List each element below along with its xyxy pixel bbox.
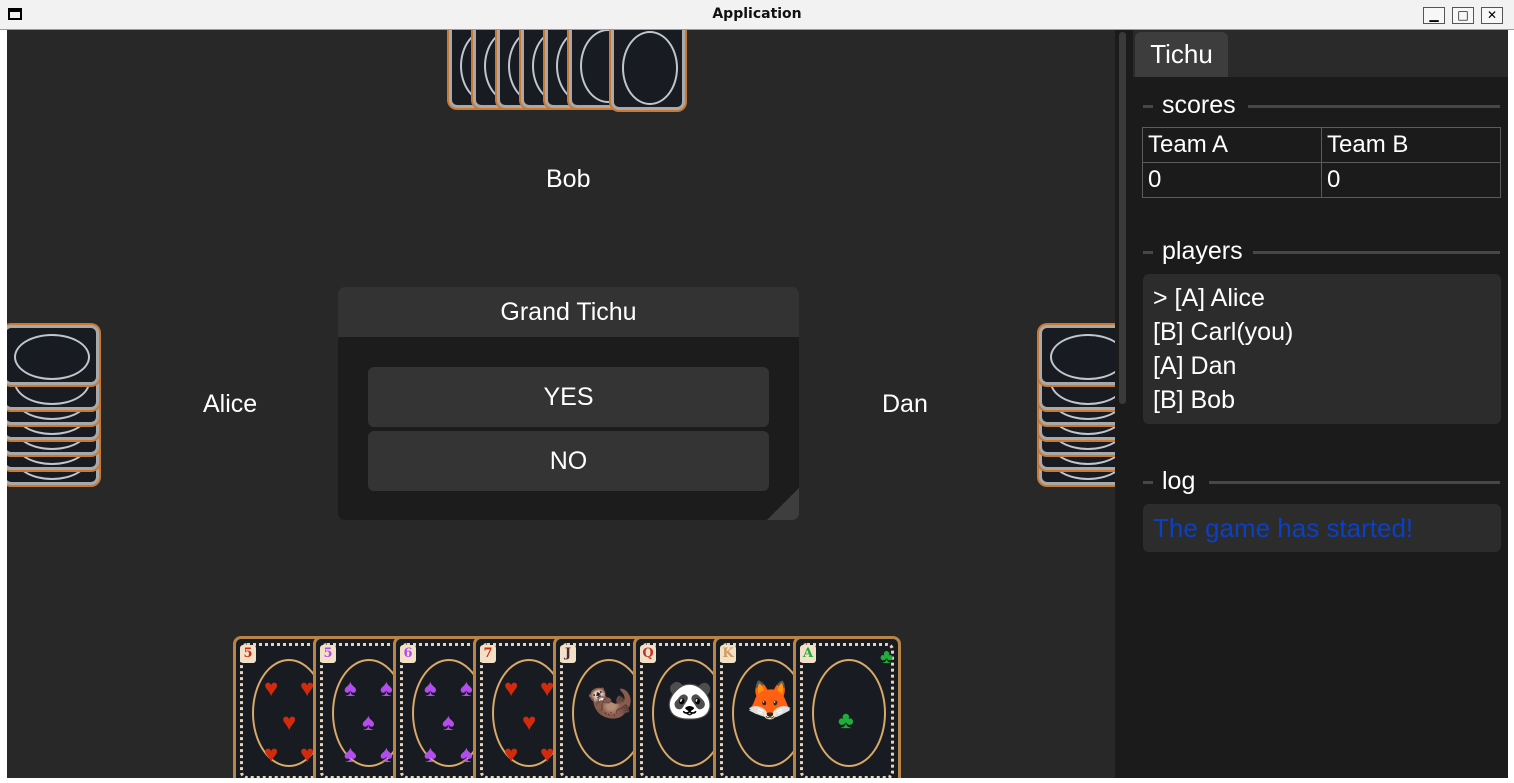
card-back: [611, 30, 685, 110]
scrollbar[interactable]: [1115, 30, 1133, 778]
card-back: [7, 325, 99, 385]
log-panel: The game has started!: [1143, 504, 1501, 552]
scrollbar-thumb[interactable]: [1119, 32, 1126, 404]
close-button[interactable]: ✕: [1481, 7, 1503, 24]
player-name-dan: Dan: [882, 390, 928, 418]
dialog-title[interactable]: Grand Tichu: [338, 287, 799, 337]
red-panda-icon: 🐼: [666, 680, 714, 722]
no-button[interactable]: NO: [368, 431, 769, 491]
log-entry: The game has started!: [1153, 513, 1414, 543]
card-rank: 6: [400, 645, 416, 663]
scores-table: Team A Team B 0 0: [1142, 127, 1501, 198]
list-item: [B] Bob: [1153, 386, 1235, 414]
card-table: Bob Alice Dan Grand Tichu YES NO 5 ♥ ♥ ♥ ♥ ♥ 5…: [7, 30, 1115, 778]
score-value-team-b: 0: [1321, 162, 1501, 198]
spade-icon: ♠: [344, 741, 357, 768]
app-content: Bob Alice Dan Grand Tichu YES NO 5 ♥ ♥ ♥ ♥ ♥ 5…: [7, 30, 1508, 778]
card-rank: K: [720, 645, 736, 663]
spade-icon: ♠: [460, 675, 473, 702]
window-title: Application: [712, 6, 802, 22]
score-header-team-b: Team B: [1321, 127, 1501, 163]
log-section-header: log: [1143, 466, 1500, 496]
players-label: players: [1162, 237, 1243, 265]
card-rank: 5: [240, 645, 256, 663]
score-header-team-a: Team A: [1142, 127, 1322, 163]
spade-icon: ♠: [380, 741, 393, 768]
spade-icon: ♠: [362, 709, 375, 736]
window-titlebar: Application ▁ □ ✕: [0, 0, 1514, 30]
spade-icon: ♠: [424, 675, 437, 702]
sidebar-tab-bar: Tichu: [1133, 30, 1508, 77]
tab-tichu[interactable]: Tichu: [1135, 32, 1228, 77]
club-icon: ♣: [880, 646, 894, 668]
fox-icon: 🦊: [746, 680, 794, 722]
hand-card[interactable]: A ♣ ♣: [793, 636, 901, 778]
heart-icon: ♥: [504, 741, 519, 768]
otter-icon: 🦦: [586, 680, 634, 722]
minimize-button[interactable]: ▁: [1423, 7, 1445, 24]
spade-icon: ♠: [424, 741, 437, 768]
list-item: [B] Carl(you): [1153, 318, 1294, 346]
grand-tichu-dialog: Grand Tichu YES NO: [338, 287, 799, 520]
card-rank: 5: [320, 645, 336, 663]
resize-grip[interactable]: [767, 488, 799, 520]
sidebar: Tichu scores Team A Team B 0 0 players >…: [1133, 30, 1508, 778]
list-item: > [A] Alice: [1153, 284, 1265, 312]
card-rank: J: [560, 645, 576, 663]
heart-icon: ♥: [264, 741, 279, 768]
players-section-header: players: [1143, 236, 1500, 266]
maximize-button[interactable]: □: [1452, 7, 1474, 24]
card-rank: A: [800, 645, 816, 663]
heart-icon: ♥: [282, 709, 297, 736]
spade-icon: ♠: [442, 709, 455, 736]
player-name-alice: Alice: [203, 390, 258, 418]
card-rank: 7: [480, 645, 496, 663]
scores-label: scores: [1162, 91, 1236, 119]
heart-icon: ♥: [264, 675, 279, 702]
player-name-bob: Bob: [546, 165, 591, 193]
card-rank: Q: [640, 645, 656, 663]
list-item: [A] Dan: [1153, 352, 1237, 380]
spade-icon: ♠: [344, 675, 357, 702]
yes-button[interactable]: YES: [368, 367, 769, 427]
log-label: log: [1162, 467, 1196, 495]
score-value-team-a: 0: [1142, 162, 1322, 198]
club-icon: ♣: [838, 707, 854, 734]
heart-icon: ♥: [522, 709, 537, 736]
spade-icon: ♠: [380, 675, 393, 702]
card-back: [1039, 325, 1115, 385]
players-list: > [A] Alice [B] Carl(you) [A] Dan [B] Bo…: [1143, 274, 1501, 424]
scores-section-header: scores: [1143, 90, 1500, 120]
spade-icon: ♠: [460, 741, 473, 768]
heart-icon: ♥: [504, 675, 519, 702]
